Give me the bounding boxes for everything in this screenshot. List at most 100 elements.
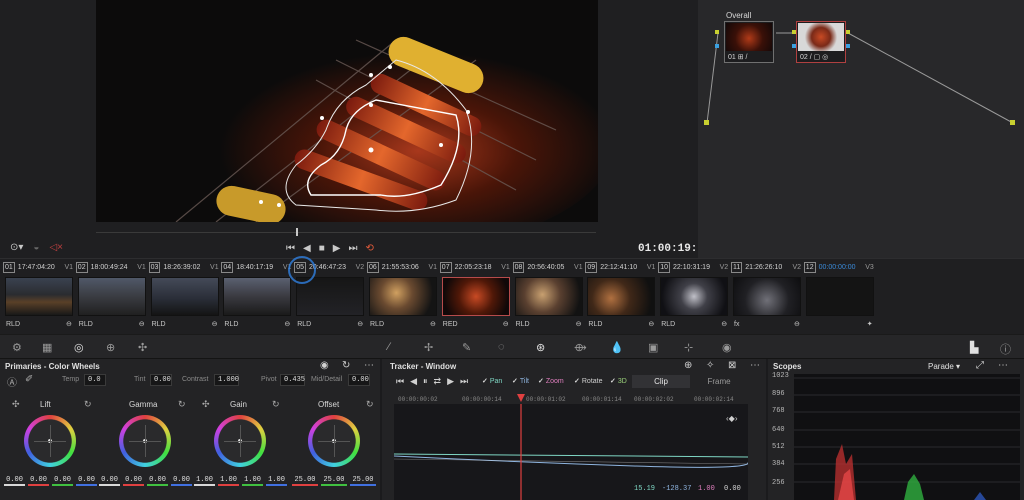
node-02[interactable]: 02 / ▢ ◎	[796, 21, 846, 63]
pause-icon[interactable]: ⏸	[423, 376, 428, 387]
clip-thumbnail[interactable]: 08 20:56:40:05 V1 RLD ⊖	[512, 262, 585, 330]
wheel-value-field[interactable]: 1.00	[194, 476, 215, 486]
tracker-icon[interactable]: ⊛	[536, 341, 545, 354]
wheels-mode-icon[interactable]: ◉	[320, 360, 329, 371]
curves-icon[interactable]: ∕	[388, 341, 390, 353]
go-to-end-button[interactable]: ⏭	[348, 243, 357, 254]
wheel-value-field[interactable]: 0.00	[4, 476, 25, 486]
zoom-arrows-icon[interactable]: ‹◆›	[726, 414, 737, 423]
go-to-start-button[interactable]: ⏮	[286, 243, 295, 254]
node-01[interactable]: 01 ⊞ /	[724, 21, 774, 63]
mid-detail-field[interactable]: 0.00	[348, 374, 370, 386]
wheel-value-field[interactable]: 0.00	[171, 476, 192, 486]
tab-frame[interactable]: Frame	[692, 375, 746, 388]
wheel-value-field[interactable]: 0.00	[123, 476, 144, 486]
clip-thumbnail[interactable]: 11 21:26:26:10 V2 fx ⊖	[731, 262, 803, 330]
color-match-icon[interactable]: ▦	[42, 341, 52, 354]
wheel-value-field[interactable]: 25.00	[350, 476, 376, 486]
color-wheel-offset[interactable]	[308, 415, 360, 467]
auto-balance-icon[interactable]: Ⓐ	[7, 374, 17, 389]
tilt-toggle[interactable]: ✓ Tilt	[512, 377, 529, 386]
loop-button[interactable]: ⟲	[365, 243, 373, 254]
sync-icon[interactable]: ⇄	[434, 376, 442, 387]
picker-icon[interactable]: ✣	[12, 399, 20, 410]
qualifier-icon[interactable]: ✎	[462, 341, 471, 354]
reset-icon[interactable]: ↻	[342, 360, 350, 371]
scrub-bar[interactable]	[96, 232, 596, 233]
tracker-graph[interactable]	[394, 404, 748, 500]
wheel-value-field[interactable]: 0.00	[76, 476, 97, 486]
color-wheel-lift[interactable]	[24, 415, 76, 467]
track-forward-icon[interactable]: ⏭	[460, 376, 468, 387]
wheel-value-field[interactable]: 0.00	[28, 476, 49, 486]
pan-toggle[interactable]: ✓ Pan	[482, 377, 502, 386]
tab-clip[interactable]: Clip	[632, 375, 690, 388]
picker-icon[interactable]: ✣	[202, 399, 210, 410]
mute-icon[interactable]: ◁×	[49, 242, 63, 253]
dropdown-icon[interactable]: ⊙▾	[10, 242, 23, 253]
tint-field[interactable]: 0.00	[150, 374, 172, 386]
clip-thumbnail[interactable]: 06 21:55:53:06 V1 RLD ⊖	[367, 262, 439, 330]
clip-thumbnail[interactable]: 01 17:47:04:20 V1 RLD ⊖	[3, 262, 75, 330]
wheel-value-field[interactable]: 1.00	[218, 476, 239, 486]
magic-mask-icon[interactable]: ⟴	[574, 341, 587, 354]
scopes-icon[interactable]: ▙	[970, 341, 978, 354]
clip-thumbnail[interactable]: 12 00:00:00:00 V3 ✦	[803, 262, 876, 330]
pivot-field[interactable]: 0.435	[280, 374, 305, 386]
scope-mode-dropdown[interactable]: Parade ▾	[928, 362, 960, 371]
color-wheel-gamma[interactable]	[119, 415, 171, 467]
clip-thumbnail[interactable]: 03 18:26:39:02 V1 RLD ⊖	[148, 262, 221, 330]
wheel-value-field[interactable]: 1.00	[266, 476, 287, 486]
step-back-icon[interactable]: ◀	[410, 376, 417, 387]
reset-icon[interactable]: ↻	[178, 399, 186, 410]
wand-icon[interactable]: ✧	[706, 360, 714, 371]
track-reverse-icon[interactable]: ⏮	[396, 376, 404, 387]
rotate-toggle[interactable]: ✓ Rotate	[574, 377, 603, 386]
reset-icon[interactable]: ↻	[366, 399, 374, 410]
motion-effects-icon[interactable]: ✣	[138, 341, 147, 354]
wheel-value-field[interactable]: 0.00	[52, 476, 73, 486]
more-options-icon[interactable]: ⋯	[750, 360, 760, 371]
sizing-icon[interactable]: ⊹	[684, 341, 693, 354]
viewer-image[interactable]	[96, 0, 598, 222]
camera-raw-icon[interactable]: ⚙	[12, 341, 22, 354]
warper-icon[interactable]: ✢	[424, 341, 433, 354]
color-wheel-gain[interactable]	[214, 415, 266, 467]
color-wheels-icon[interactable]: ◎	[74, 341, 84, 354]
3d-toggle[interactable]: ✓ 3D	[610, 377, 627, 386]
step-forward-icon[interactable]: ▶	[447, 376, 454, 387]
play-reverse-button[interactable]: ◀	[303, 243, 311, 254]
rgb-mixer-icon[interactable]: ⊕	[106, 341, 115, 354]
wipe-icon[interactable]: ◒	[33, 242, 39, 253]
wheel-value-field[interactable]: 0.00	[147, 476, 168, 486]
clip-thumbnail[interactable]: 07 22:05:23:18 V1 RED ⊖	[439, 262, 512, 330]
zoom-toggle[interactable]: ✓ Zoom	[538, 377, 564, 386]
clip-thumbnail[interactable]: 02 18:00:49:24 V1 RLD ⊖	[75, 262, 148, 330]
close-icon[interactable]: ⊠	[728, 360, 736, 371]
expand-icon[interactable]: ⤢	[976, 360, 984, 371]
reset-icon[interactable]: ↻	[272, 399, 280, 410]
playhead[interactable]	[296, 228, 298, 236]
3d-icon[interactable]: ◉	[722, 341, 732, 354]
clip-thumbnail[interactable]: 09 22:12:41:10 V1 RLD ⊖	[585, 262, 657, 330]
primaries-title: Primaries - Color Wheels	[5, 362, 100, 371]
window-icon[interactable]: ◌	[498, 341, 505, 353]
wheel-value-field[interactable]: 1.00	[242, 476, 263, 486]
picker-icon[interactable]: ✐	[25, 374, 33, 385]
more-options-icon[interactable]: ⋯	[364, 360, 374, 371]
temp-field[interactable]: 0.0	[84, 374, 106, 386]
reset-icon[interactable]: ↻	[84, 399, 92, 410]
key-icon[interactable]: ▣	[648, 341, 658, 354]
stop-button[interactable]: ■	[319, 243, 325, 254]
contrast-field[interactable]: 1.000	[214, 374, 239, 386]
play-button[interactable]: ▶	[333, 243, 341, 254]
wheel-value-field[interactable]: 25.00	[292, 476, 318, 486]
info-icon[interactable]: ⓘ	[1000, 341, 1011, 357]
wheel-value-field[interactable]: 25.00	[321, 476, 347, 486]
more-options-icon[interactable]: ⋯	[998, 360, 1008, 371]
blur-icon[interactable]: 💧	[610, 341, 624, 354]
wheel-value-field[interactable]: 0.00	[99, 476, 120, 486]
clip-thumbnail[interactable]: 04 18:40:17:19 V1 RLD ⊖	[221, 262, 293, 330]
clip-thumbnail[interactable]: 10 22:10:31:19 V2 RLD ⊖	[658, 262, 730, 330]
target-icon[interactable]: ⊕	[684, 360, 692, 371]
